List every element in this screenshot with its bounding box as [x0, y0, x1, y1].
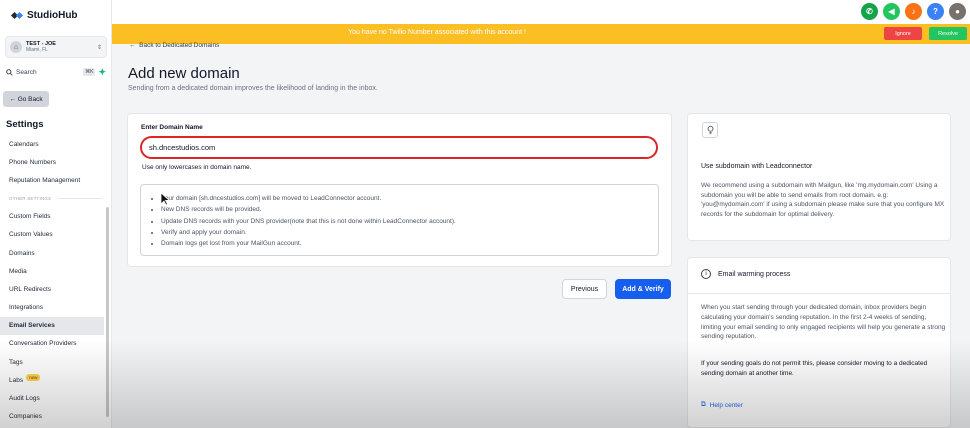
sidebar-item-label: URL Redirects: [9, 285, 52, 293]
domain-field-label: Enter Domain Name: [141, 124, 203, 131]
settings-nav: Calendars Phone Numbers Reputation Managem…: [0, 135, 104, 426]
sidebar-item-label: Conversation Providers: [9, 340, 77, 348]
account-location: Miami, FL: [26, 47, 48, 53]
external-link-icon: ⧉: [701, 401, 706, 408]
domain-notes-box: Your domain [sh.dncestudios.com] will be…: [140, 184, 659, 256]
warming-title: Email warming process: [718, 270, 791, 278]
app-name: StudioHub: [27, 10, 78, 21]
subdomain-tip-card: Use subdomain with Leadconnector We reco…: [687, 113, 951, 241]
nav-section-header: OTHER SETTINGS: [0, 190, 104, 208]
avatar[interactable]: ●: [949, 3, 966, 20]
help-icon[interactable]: ?: [927, 3, 944, 20]
note-item: New DNS records will be provided.: [161, 204, 658, 215]
sidebar-item-label: Domains: [9, 249, 35, 257]
sidebar-item[interactable]: Tags: [0, 353, 104, 371]
page-subtitle: Sending from a dedicated domain improves…: [128, 85, 378, 92]
divider: [688, 293, 950, 294]
sidebar-item-label: Phone Numbers: [9, 158, 56, 166]
sidebar-item-label: Integrations: [9, 304, 43, 312]
sidebar-item-label: Email Services: [9, 322, 55, 330]
sidebar-item-label: Custom Fields: [9, 213, 51, 221]
info-icon: i: [701, 269, 711, 279]
sidebar-item[interactable]: Domains: [0, 244, 104, 262]
email-warming-card: i Email warming process When you start s…: [687, 257, 951, 428]
go-back-button[interactable]: ← Go Back: [3, 91, 49, 107]
sidebar-item-label: Labs: [9, 376, 24, 384]
sidebar-item[interactable]: Labs new: [0, 371, 104, 389]
tip-body: We recommend using a subdomain with Mail…: [701, 182, 945, 218]
note-item: Domain logs get lost from your MailGun a…: [161, 238, 658, 249]
arrow-left-icon: ←: [129, 42, 140, 49]
mouse-cursor-icon: [160, 192, 170, 206]
warming-body: When you start sending through your dedi…: [701, 304, 946, 341]
warning-banner: You have no Twilio Number associated wit…: [112, 24, 970, 44]
arrow-left-icon: ←: [9, 95, 18, 103]
sidebar-item-label: Companies: [9, 413, 42, 421]
quick-add-icon[interactable]: ✦: [98, 67, 106, 78]
app-logo[interactable]: StudioHub: [12, 10, 78, 21]
note-item: Verify and apply your domain.: [161, 227, 658, 238]
sidebar-scrollbar[interactable]: [106, 207, 109, 417]
sidebar-item[interactable]: Custom Values: [0, 226, 104, 244]
previous-button[interactable]: Previous: [562, 279, 607, 299]
domain-input[interactable]: sh.dncestudios.com: [140, 136, 658, 159]
back-link-label: Back to Dedicated Domains: [139, 42, 220, 49]
sidebar-item-label: Custom Values: [9, 231, 53, 239]
search-shortcut: ⌘K: [83, 68, 96, 76]
ignore-button[interactable]: Ignore: [884, 27, 922, 40]
domain-hint: Use only lowercases in domain name.: [142, 164, 252, 171]
sidebar-item[interactable]: Phone Numbers: [0, 153, 104, 171]
sidebar-item-label: Tags: [9, 358, 23, 366]
settings-title: Settings: [6, 119, 44, 130]
help-center-label: Help center: [709, 401, 743, 409]
chevron-updown-icon: ⇕: [96, 44, 102, 51]
resolve-button[interactable]: Resolve: [929, 27, 967, 40]
add-verify-button[interactable]: Add & Verify: [615, 279, 671, 299]
sidebar-item-label: Audit Logs: [9, 395, 40, 403]
page-title: Add new domain: [128, 65, 240, 82]
top-bar: ✆ ◀ ♪ ? ●: [112, 0, 970, 24]
logo-icon: [12, 10, 23, 21]
phone-icon[interactable]: ✆: [861, 3, 878, 20]
sidebar-item-label: Reputation Management: [9, 176, 81, 184]
bell-icon[interactable]: ♪: [905, 3, 922, 20]
sidebar-item-label: Calendars: [9, 140, 39, 148]
note-item: Your domain [sh.dncestudios.com] will be…: [161, 193, 658, 204]
sidebar-item-label: Media: [9, 267, 27, 275]
new-badge: new: [26, 373, 41, 381]
banner-text: You have no Twilio Number associated wit…: [348, 29, 526, 36]
sidebar-item[interactable]: Integrations: [0, 299, 104, 317]
sidebar-item[interactable]: Email Services: [0, 316, 104, 335]
note-item: Update DNS records with your DNS provide…: [161, 216, 658, 227]
help-center-link[interactable]: ⧉ Help center: [701, 401, 743, 409]
sidebar-item[interactable]: Media: [0, 262, 104, 280]
sidebar: StudioHub ⌂ TEST - JOE Miami, FL ⇕ Searc…: [0, 0, 112, 428]
account-switcher[interactable]: ⌂ TEST - JOE Miami, FL ⇕: [5, 36, 107, 58]
sidebar-item[interactable]: Custom Fields: [0, 208, 104, 226]
back-to-dedicated-domains-link[interactable]: ← Back to Dedicated Domains: [129, 42, 219, 49]
sidebar-item-label: OTHER SETTINGS: [9, 196, 52, 202]
megaphone-icon[interactable]: ◀: [883, 3, 900, 20]
search-bar[interactable]: Search ⌘K ✦: [6, 66, 106, 78]
search-icon: [6, 68, 13, 76]
sidebar-item[interactable]: Companies: [0, 408, 104, 426]
go-back-label: Go Back: [17, 95, 43, 103]
sidebar-item[interactable]: Audit Logs: [0, 389, 104, 407]
sidebar-item[interactable]: Calendars: [0, 135, 104, 153]
warming-note: If your sending goals do not permit this…: [701, 360, 928, 377]
main-content: ← Back to Dedicated Domains Add new doma…: [112, 42, 970, 428]
sidebar-item[interactable]: URL Redirects: [0, 280, 104, 298]
tip-title: Use subdomain with Leadconnector: [701, 163, 813, 170]
lightbulb-icon: [702, 122, 718, 138]
location-icon: ⌂: [10, 41, 22, 53]
search-label: Search: [16, 68, 37, 76]
sidebar-item[interactable]: Conversation Providers: [0, 335, 104, 353]
domain-form-card: Enter Domain Name sh.dncestudios.com Use…: [127, 113, 672, 267]
sidebar-item[interactable]: Reputation Management: [0, 171, 104, 189]
